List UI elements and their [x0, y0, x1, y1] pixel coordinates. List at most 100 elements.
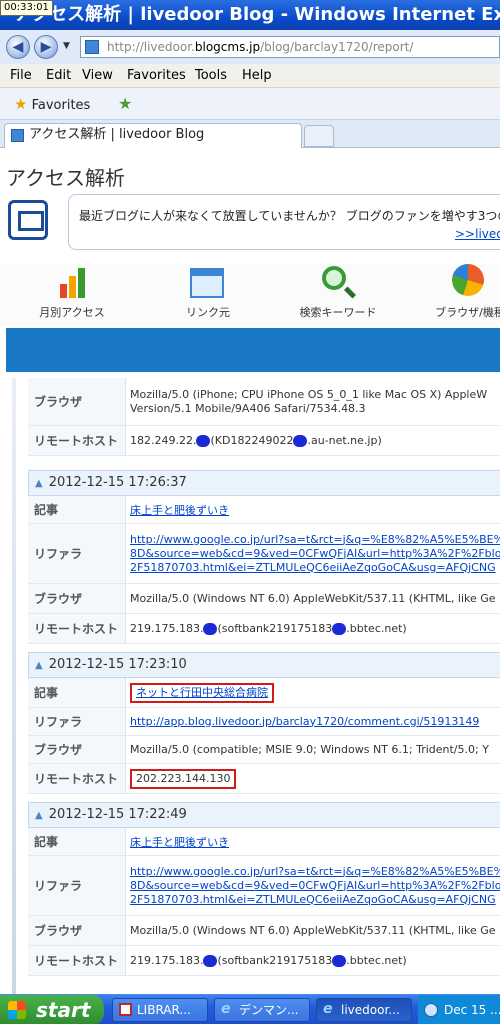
log-left-rule	[12, 378, 16, 1000]
tab-active[interactable]: アクセス解析 | livedoor Blog	[4, 123, 302, 148]
window-icon	[190, 268, 224, 298]
menu-bar: File Edit View Favorites Tools Help	[0, 64, 500, 88]
field-label: リモートホスト	[28, 764, 126, 793]
field-label: 記事	[28, 496, 126, 523]
window-title-bar[interactable]: アクセス解析 | livedoor Blog - Windows Interne…	[0, 0, 500, 30]
field-label: リモートホスト	[28, 946, 126, 975]
referrer-link[interactable]: http://www.google.co.jp/url?sa=t&rct=j&q…	[130, 533, 500, 547]
windows-logo-icon	[8, 1001, 26, 1019]
tab-page-icon	[11, 129, 24, 142]
add-favorite-icon[interactable]: ★	[118, 94, 132, 113]
row-remote-host: リモートホスト 202.223.144.130	[28, 764, 500, 794]
field-label: ブラウザ	[28, 584, 126, 613]
host-part: .au-net.ne.jp)	[307, 433, 382, 447]
browser-line: Mozilla/5.0 (Windows NT 6.0) AppleWebKit…	[130, 591, 496, 605]
row-remote-host: リモートホスト 219.175.183. (softbank219175183 .b…	[28, 614, 500, 644]
redaction-mark	[203, 622, 218, 635]
taskbar-item-ie-2[interactable]: e livedoor...	[316, 998, 412, 1022]
start-button[interactable]: start	[0, 995, 104, 1024]
new-tab-button[interactable]	[304, 125, 334, 147]
menu-file[interactable]: File	[10, 64, 32, 88]
host-part: 219.175.183.	[130, 621, 204, 635]
referrer-link[interactable]: 2F51870703.html&ei=ZTLMULeQC6eiiAeZqoGoC…	[130, 561, 500, 575]
triangle-icon: ▲	[35, 660, 43, 671]
row-article: 記事 ネットと行田中央総合病院	[28, 678, 500, 708]
row-browser: ブラウザ Mozilla/5.0 (iPhone; CPU iPhone OS …	[28, 378, 500, 426]
field-value: 219.175.183. (softbank219175183 .bbtec.net…	[130, 946, 500, 975]
redaction-mark	[293, 434, 308, 447]
document-icon	[119, 1003, 132, 1016]
notice-text: 最近ブログに人が来なくて放置していませんか？ ブログのファンを増やす3つの	[79, 209, 500, 223]
field-label: 記事	[28, 828, 126, 855]
field-value: 床上手と肥後ずいき	[130, 828, 500, 855]
nav-referrers[interactable]: リンク元	[148, 264, 268, 326]
host-part: .bbtec.net)	[346, 621, 407, 635]
nav-browser-device[interactable]: ブラウザ/機種	[410, 264, 500, 326]
referrer-link[interactable]: 2F51870703.html&ei=ZTLMULeQC6eiiAeZqoGoC…	[130, 893, 500, 907]
page-content: アクセス解析 最近ブログに人が来なくて放置していませんか？ ブログのファンを増や…	[0, 148, 500, 1000]
field-value: 202.223.144.130	[130, 764, 500, 793]
favorites-bar: ★ Favorites ★	[0, 88, 500, 120]
menu-help[interactable]: Help	[242, 64, 272, 88]
field-value: 床上手と肥後ずいき	[130, 496, 500, 523]
taskbar-item-ie-1[interactable]: e デンマン...	[214, 998, 310, 1022]
field-value: http://www.google.co.jp/url?sa=t&rct=j&q…	[130, 856, 500, 915]
referrer-link[interactable]: http://www.google.co.jp/url?sa=t&rct=j&q…	[130, 865, 500, 879]
field-label: リモートホスト	[28, 426, 126, 455]
article-link[interactable]: 床上手と肥後ずいき	[130, 502, 500, 518]
menu-view[interactable]: View	[82, 64, 113, 88]
redaction-mark	[332, 622, 347, 635]
url-input[interactable]: http://livedoor.blogcms.jp/blog/barclay1…	[80, 36, 500, 58]
nav-monthly-access[interactable]: 月別アクセス	[12, 264, 132, 326]
field-label: ブラウザ	[28, 916, 126, 945]
referrer-link[interactable]: 8D&source=web&cd=9&ved=0CFwQFjAI&url=htt…	[130, 547, 500, 561]
address-bar: ◀ ▶ ▼ http://livedoor.blogcms.jp/blog/ba…	[0, 30, 500, 64]
field-label: ブラウザ	[28, 378, 126, 425]
host-part: (softbank219175183	[217, 953, 333, 967]
page-title: アクセス解析	[6, 166, 125, 190]
article-link[interactable]: ネットと行田中央総合病院	[130, 682, 274, 703]
menu-favorites[interactable]: Favorites	[127, 64, 186, 88]
page-icon	[85, 40, 99, 54]
forward-button[interactable]: ▶	[34, 35, 58, 59]
browser-line: Mozilla/5.0 (compatible; MSIE 9.0; Windo…	[130, 742, 489, 756]
taskbar-item-library[interactable]: LIBRAR...	[112, 998, 208, 1022]
record-timestamp: 2012-12-15 17:23:10	[48, 657, 187, 672]
field-label: リモートホスト	[28, 614, 126, 643]
section-header-bar	[6, 328, 500, 372]
record-header: ▲ 2012-12-15 17:23:10	[28, 652, 500, 678]
history-dropdown-icon[interactable]: ▼	[63, 41, 70, 51]
field-value: Mozilla/5.0 (Windows NT 6.0) AppleWebKit…	[130, 916, 500, 945]
back-button[interactable]: ◀	[6, 35, 30, 59]
taskbar-label: デンマン...	[239, 1003, 299, 1017]
field-value: Mozilla/5.0 (Windows NT 6.0) AppleWebKit…	[130, 584, 500, 613]
browser-line: Version/5.1 Mobile/9A406 Safari/7534.48.…	[130, 401, 366, 415]
nav-label: ブラウザ/機種	[435, 306, 500, 319]
referrer-link[interactable]: http://app.blog.livedoor.jp/barclay1720/…	[130, 715, 500, 729]
taskbar-label: Dec 15 ...	[444, 1003, 500, 1017]
field-value: ネットと行田中央総合病院	[130, 678, 500, 707]
article-link[interactable]: 床上手と肥後ずいき	[130, 834, 500, 850]
nav-search-keywords[interactable]: 検索キーワード	[278, 264, 398, 326]
taskbar-item-dec15[interactable]: Dec 15 ...	[418, 995, 500, 1024]
referrer-link[interactable]: 8D&source=web&cd=9&ved=0CFwQFjAI&url=htt…	[130, 879, 500, 893]
taskbar-label: LIBRAR...	[137, 1003, 191, 1017]
favorites-button[interactable]: ★ Favorites	[14, 95, 90, 115]
record-timestamp: 2012-12-15 17:22:49	[48, 807, 187, 822]
host-line: 219.175.183. (softbank219175183 .bbtec.net…	[130, 954, 500, 968]
row-remote-host: リモートホスト 219.175.183. (softbank219175183 .b…	[28, 946, 500, 976]
notice-link[interactable]: >>livedo	[455, 227, 500, 241]
favorites-label: Favorites	[31, 98, 91, 113]
row-browser: ブラウザ Mozilla/5.0 (Windows NT 6.0) AppleW…	[28, 584, 500, 614]
menu-edit[interactable]: Edit	[46, 64, 71, 88]
field-value: 219.175.183. (softbank219175183 .bbtec.net…	[130, 614, 500, 643]
menu-tools[interactable]: Tools	[195, 64, 227, 88]
row-browser: ブラウザ Mozilla/5.0 (compatible; MSIE 9.0; …	[28, 736, 500, 764]
url-path: /blog/barclay1720/report/	[260, 40, 414, 54]
user-icon	[424, 1003, 438, 1017]
taskbar: start LIBRAR... e デンマン... e livedoor... …	[0, 994, 500, 1024]
nav-label: リンク元	[186, 306, 230, 319]
field-label: リファラ	[28, 524, 126, 583]
magnifier-icon	[322, 266, 346, 290]
url-prefix: http://livedoor.	[107, 40, 195, 54]
